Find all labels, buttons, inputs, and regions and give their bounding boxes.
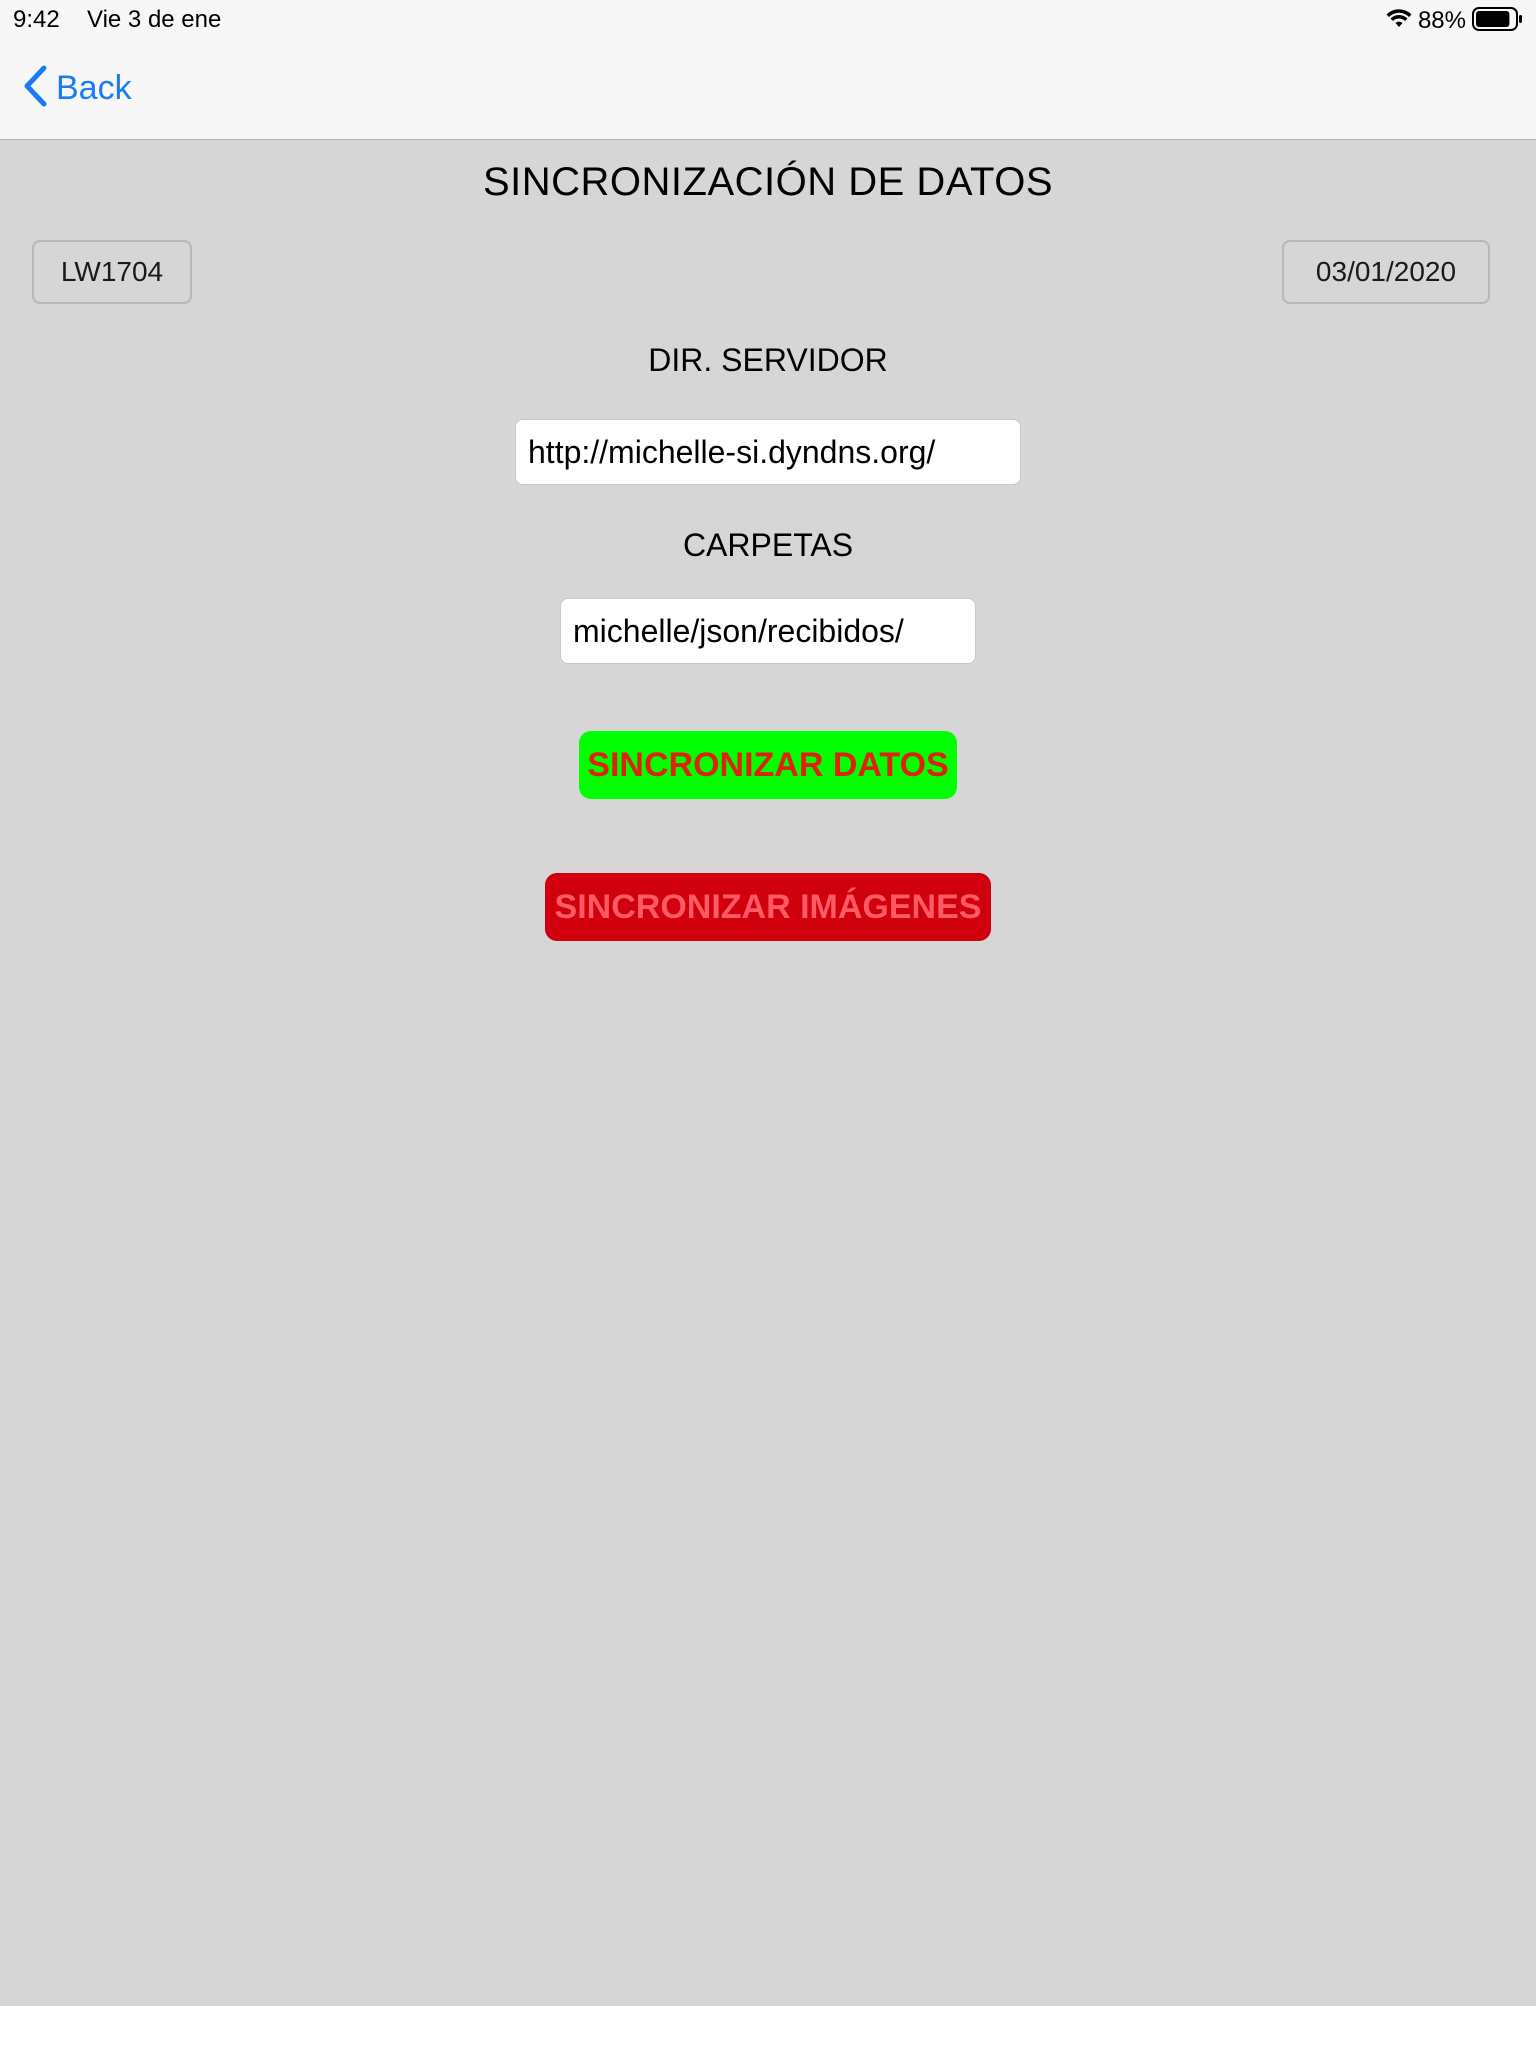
battery-icon	[1472, 6, 1524, 37]
status-indicators: 88%	[1386, 6, 1524, 36]
status-date: Vie 3 de ene	[87, 6, 222, 33]
back-label: Back	[56, 68, 132, 107]
battery-percent: 88%	[1417, 7, 1466, 34]
server-address-input[interactable]	[515, 419, 1021, 485]
bottom-edge	[0, 2006, 1536, 2048]
folders-input[interactable]	[560, 598, 976, 664]
server-label: DIR. SERVIDOR	[648, 342, 888, 378]
wifi-icon	[1386, 8, 1412, 35]
page-title: SINCRONIZACIÓN DE DATOS	[482, 160, 1054, 204]
device-code-badge: LW1704	[32, 240, 192, 304]
date-badge: 03/01/2020	[1282, 240, 1490, 304]
navigation-bar: Back	[0, 40, 1536, 140]
status-bar: 9:42 Vie 3 de ene 88%	[0, 0, 1536, 40]
back-button[interactable]: Back	[22, 64, 132, 112]
sync-data-button[interactable]: SINCRONIZAR DATOS	[579, 731, 957, 799]
folders-label: CARPETAS	[682, 527, 854, 563]
chevron-left-icon	[22, 64, 48, 113]
status-time: 9:42	[13, 6, 60, 33]
sync-screen: SINCRONIZACIÓN DE DATOS LW1704 03/01/202…	[0, 140, 1536, 2006]
sync-images-button[interactable]: SINCRONIZAR IMÁGENES	[545, 873, 991, 941]
